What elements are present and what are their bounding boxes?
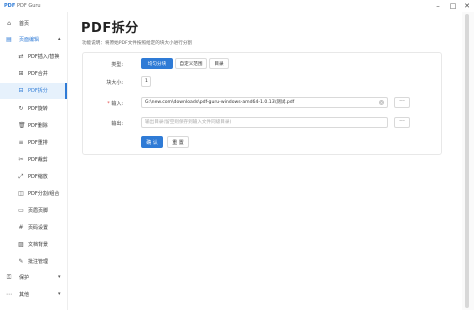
scrollbar-thumb[interactable] (465, 14, 469, 308)
merge-icon: ⊞ (18, 70, 24, 77)
sidebar-group-page-edit[interactable]: ▤ 页面编辑 ▴ (0, 32, 67, 48)
sidebar-item-label: PDF缩放 (28, 174, 48, 180)
sidebar-item-label: 页眉页脚 (28, 208, 49, 214)
app-logo-icon: PDF (4, 3, 16, 9)
output-browse-button[interactable]: ··· (394, 117, 410, 128)
input-file-field[interactable]: G:\new.com\downloads\pdf-guru-windows-am… (141, 97, 388, 108)
reorder-icon: ≡ (18, 139, 24, 146)
sidebar-item-label: PDF重排 (28, 140, 48, 146)
input-file-path: G:\new.com\downloads\pdf-guru-windows-am… (145, 100, 295, 105)
input-browse-button[interactable]: ··· (394, 97, 410, 108)
split-form-card: 类型: 均匀分块 自定义范围 目录 块大小: 1 * 输入: G:\new.co… (82, 52, 442, 155)
sidebar-item-label: PDF裁剪 (28, 157, 48, 163)
cut-combine-icon: ◫ (18, 190, 24, 197)
close-button[interactable]: ✕ (462, 1, 472, 11)
chunk-size-label: 块大小: (106, 80, 123, 86)
output-dir-placeholder: 输出目录(留空则保存到输入文件同级目录) (145, 120, 232, 125)
sidebar-item-label: 页码设置 (28, 225, 49, 231)
other-icon: ⋯ (6, 291, 12, 298)
output-label: 输出: (111, 121, 123, 127)
type-option-custom-range[interactable]: 自定义范围 (175, 58, 207, 69)
input-label: * 输入: (83, 100, 123, 107)
sidebar-item-label: 首页 (19, 21, 30, 27)
chevron-up-icon: ▴ (58, 36, 61, 42)
sidebar-item-label: PDF旋转 (28, 106, 48, 112)
reset-button[interactable]: 重 置 (167, 136, 189, 148)
protect-icon: ⚿ (6, 274, 12, 281)
chunk-size-input[interactable]: 1 (141, 76, 151, 87)
type-label: 类型: (111, 62, 123, 68)
header-footer-icon: ▭ (18, 207, 24, 214)
output-dir-field[interactable]: 输出目录(留空则保存到输入文件同级目录) (141, 117, 388, 128)
sidebar-item-delete[interactable]: 🗑 PDF删除 (0, 118, 67, 134)
annotation-icon: ✎ (18, 258, 24, 265)
delete-icon: 🗑 (18, 122, 26, 129)
scale-icon: ⤢ (18, 173, 24, 180)
type-option-toc[interactable]: 目录 (209, 58, 229, 69)
sidebar-item-label: 批注管理 (28, 259, 49, 265)
rotate-icon: ↻ (18, 105, 24, 112)
sidebar-item-label: PDF拆分 (28, 88, 48, 94)
home-icon: ⌂ (7, 20, 11, 27)
sidebar-item-scale[interactable]: ⤢ PDF缩放 (0, 169, 67, 185)
title-bar: PDF PDF Guru – □ ✕ (0, 0, 474, 12)
required-mark: * (107, 101, 110, 107)
sidebar-item-background[interactable]: ▨ 文档背景 (0, 237, 67, 253)
page-title: PDF拆分 (81, 21, 139, 36)
sidebar: ⌂ 首页 ▤ 页面编辑 ▴ ⇄ PDF插入/替换 ⊞ PDF合并 ⊟ PDF拆分… (0, 12, 68, 310)
sidebar-item-home[interactable]: ⌂ 首页 (0, 16, 67, 32)
clear-icon[interactable]: × (379, 100, 384, 105)
sidebar-item-reorder[interactable]: ≡ PDF重排 (0, 135, 67, 151)
page-number-icon: # (18, 224, 24, 231)
sidebar-group-other[interactable]: ⋯ 其他 ▾ (0, 287, 67, 303)
sidebar-item-label: PDF合并 (28, 71, 48, 77)
sidebar-item-label: 页面编辑 (19, 37, 40, 43)
maximize-button[interactable]: □ (448, 1, 458, 11)
function-description: 功能说明：将原始PDF文件按照给定的块大小进行分割 (82, 41, 193, 46)
sidebar-item-label: PDF删除 (28, 123, 48, 129)
chevron-down-icon: ▾ (58, 291, 61, 297)
sidebar-item-annotation[interactable]: ✎ 批注管理 (0, 254, 67, 270)
chevron-down-icon: ▾ (58, 274, 61, 280)
confirm-button[interactable]: 确 认 (141, 136, 163, 148)
split-icon: ⊟ (18, 87, 24, 94)
sidebar-item-label: 文档背景 (28, 242, 49, 248)
sidebar-item-page-number[interactable]: # 页码设置 (0, 220, 67, 236)
sidebar-item-label: 保护 (19, 275, 30, 281)
app-title: PDF Guru (17, 3, 41, 9)
sidebar-item-label: 其他 (19, 292, 30, 298)
edit-pages-icon: ▤ (6, 36, 12, 43)
sidebar-item-insert-replace[interactable]: ⇄ PDF插入/替换 (0, 49, 67, 65)
sidebar-item-label: PDF分割/组合 (28, 191, 60, 197)
input-label-text: 输入: (111, 101, 123, 107)
background-icon: ▨ (18, 241, 24, 248)
sidebar-item-header-footer[interactable]: ▭ 页眉页脚 (0, 203, 67, 219)
crop-icon: ✂ (18, 156, 24, 163)
sidebar-item-crop[interactable]: ✂ PDF裁剪 (0, 152, 67, 168)
minimize-button[interactable]: – (433, 1, 443, 11)
sidebar-item-rotate[interactable]: ↻ PDF旋转 (0, 101, 67, 117)
sidebar-item-merge[interactable]: ⊞ PDF合并 (0, 66, 67, 82)
sidebar-item-split[interactable]: ⊟ PDF拆分 (0, 83, 67, 99)
insert-icon: ⇄ (18, 53, 24, 60)
sidebar-group-protect[interactable]: ⚿ 保护 ▾ (0, 270, 67, 286)
sidebar-item-cut-combine[interactable]: ◫ PDF分割/组合 (0, 186, 67, 202)
type-option-even-chunk[interactable]: 均匀分块 (141, 58, 173, 69)
sidebar-item-label: PDF插入/替换 (28, 54, 60, 60)
